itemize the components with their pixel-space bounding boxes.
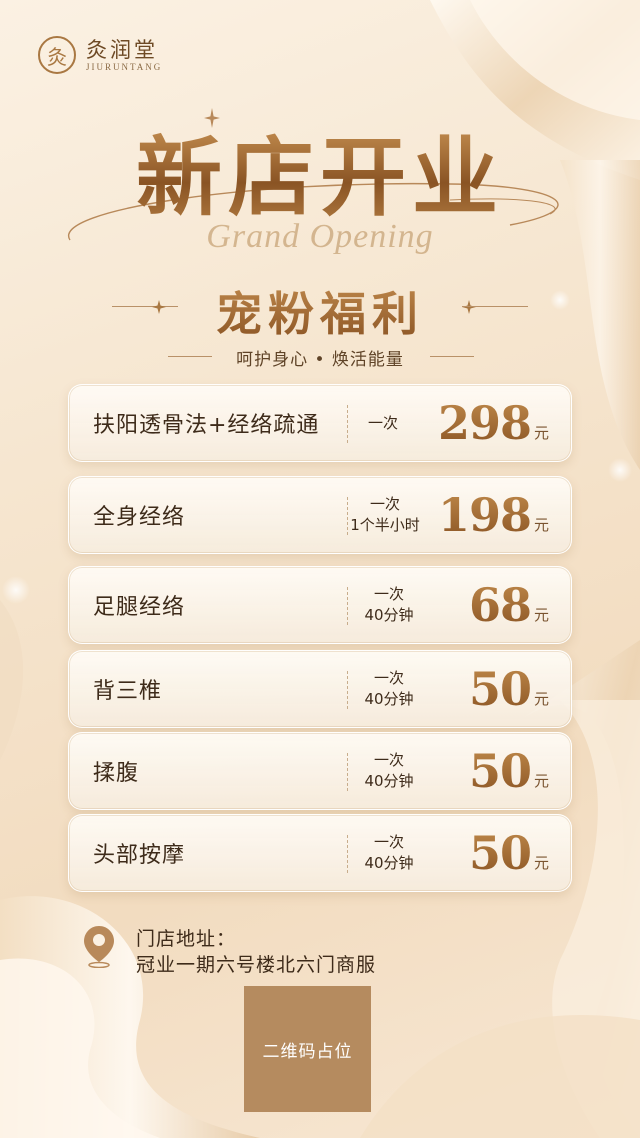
service-detail: 一次 40分钟 <box>339 815 439 891</box>
service-duration: 40分钟 <box>364 690 414 708</box>
service-detail: 一次 40分钟 <box>339 651 439 727</box>
brand-name-en: JIURUNTANG <box>86 62 163 72</box>
service-card: 扶阳透骨法+经络疏通 一次 298 元 <box>68 384 572 462</box>
brand-name-cn: 灸润堂 <box>86 38 158 62</box>
service-frequency: 一次 <box>373 585 404 603</box>
service-price: 298 元 <box>438 385 549 461</box>
address-value: 冠业一期六号楼北六门商服 <box>136 954 377 976</box>
price-value: 198 <box>437 488 532 542</box>
logo-mark: 灸 <box>38 36 76 74</box>
service-price: 68 元 <box>469 567 549 643</box>
logo-text: 灸润堂 JIURUNTANG <box>86 38 162 72</box>
brand-logo: 灸 灸润堂 JIURUNTANG <box>38 36 162 74</box>
service-frequency: 一次 <box>367 413 398 432</box>
service-name: 揉腹 <box>93 761 140 786</box>
price-unit: 元 <box>533 771 549 790</box>
qr-placeholder-label: 二维码占位 <box>262 1041 353 1062</box>
service-card: 背三椎 一次 40分钟 50 元 <box>68 650 572 728</box>
hero-subtitle: 宠粉福利 <box>0 278 640 344</box>
service-price: 50 元 <box>469 733 549 809</box>
hero-tagline: 呵护身心 • 焕活能量 <box>236 350 404 370</box>
service-card: 全身经络 一次 1个半小时 198 元 <box>68 476 572 554</box>
location-pin-icon <box>84 926 114 968</box>
service-name: 全身经络 <box>93 505 186 530</box>
service-card: 头部按摩 一次 40分钟 50 元 <box>68 814 572 892</box>
price-value: 68 <box>468 578 532 632</box>
service-card: 揉腹 一次 40分钟 50 元 <box>68 732 572 810</box>
service-price: 50 元 <box>469 815 549 891</box>
service-duration: 40分钟 <box>364 772 414 790</box>
service-name: 背三椎 <box>93 679 163 704</box>
price-unit: 元 <box>533 853 549 872</box>
service-frequency: 一次 <box>373 833 404 851</box>
service-frequency: 一次 <box>369 495 400 513</box>
price-unit: 元 <box>533 605 549 624</box>
poster: 灸 灸润堂 JIURUNTANG 新店开业 Grand Opening 宠粉福利… <box>0 0 640 1138</box>
price-value: 50 <box>468 826 532 880</box>
price-value: 298 <box>437 396 532 450</box>
service-card: 足腿经络 一次 40分钟 68 元 <box>68 566 572 644</box>
service-price: 198 元 <box>438 477 549 553</box>
subtitle-diamond-right-icon <box>462 300 476 314</box>
hero-script-text: Grand Opening <box>206 218 434 255</box>
service-name: 足腿经络 <box>93 595 186 620</box>
qr-code-placeholder: 二维码占位 <box>244 986 371 1112</box>
service-duration: 40分钟 <box>364 606 414 624</box>
price-value: 50 <box>468 662 532 716</box>
price-unit: 元 <box>533 689 549 708</box>
subtitle-rule-right <box>462 306 528 307</box>
service-duration: 40分钟 <box>364 854 414 872</box>
price-unit: 元 <box>533 423 549 442</box>
price-value: 50 <box>468 744 532 798</box>
service-price: 50 元 <box>469 651 549 727</box>
price-unit: 元 <box>533 515 549 534</box>
service-frequency: 一次 <box>373 669 404 687</box>
service-detail: 一次 40分钟 <box>339 567 439 643</box>
service-detail: 一次 <box>333 385 433 461</box>
service-frequency: 一次 <box>373 751 404 769</box>
service-duration: 1个半小时 <box>350 516 420 534</box>
tagline-rule-right <box>430 356 474 357</box>
sparkle-icon <box>204 108 220 128</box>
service-detail: 一次 1个半小时 <box>335 477 435 553</box>
address-label: 门店地址： <box>136 928 237 950</box>
service-detail: 一次 40分钟 <box>339 733 439 809</box>
hero-title: 新店开业 <box>0 128 640 228</box>
service-name: 头部按摩 <box>93 843 186 868</box>
service-name: 扶阳透骨法+经络疏通 <box>93 413 320 438</box>
